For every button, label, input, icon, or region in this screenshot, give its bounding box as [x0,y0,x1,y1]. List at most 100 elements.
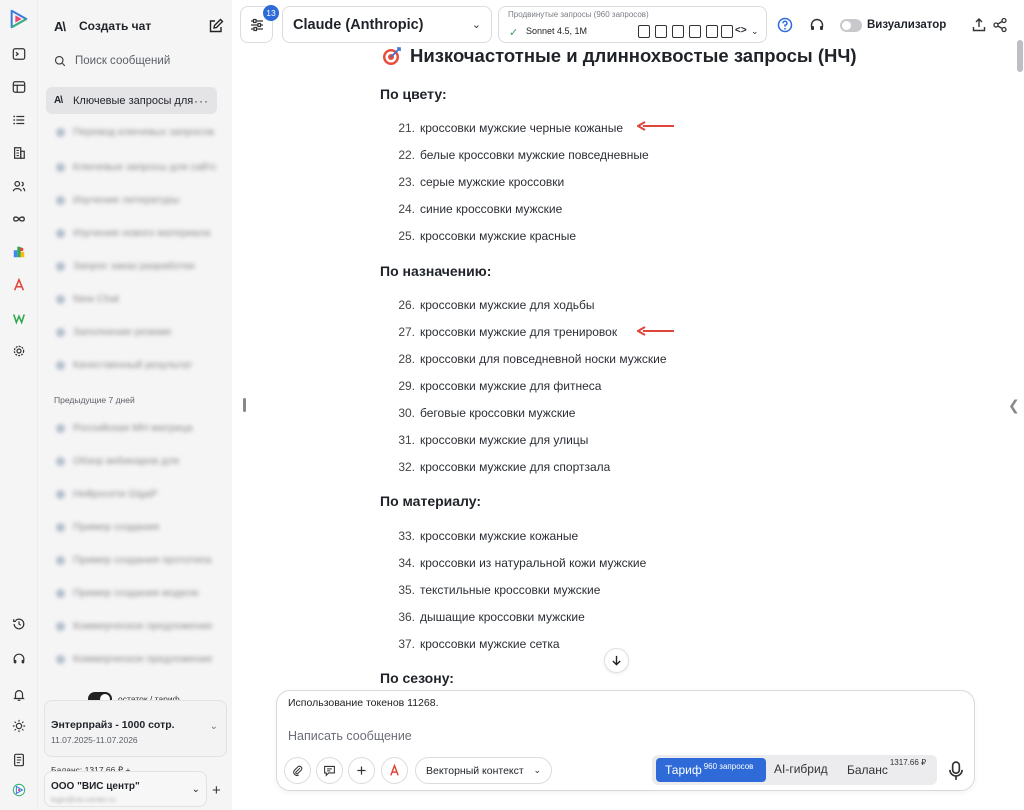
list-item-number: 32. [398,460,415,474]
chat-history-item[interactable]: Заполнение резюме [56,325,216,339]
chat-history-item[interactable]: Пример создания модели [56,586,216,600]
mode-ai-hybrid-button[interactable]: AI-гибрид [774,762,828,776]
pdf-file-icon[interactable] [689,25,701,38]
advanced-label: Продвинутые запросы (960 запросов) [508,10,649,19]
add-organization-button[interactable]: + [212,782,221,799]
word-file-icon[interactable] [655,25,667,38]
chat-history-item[interactable]: Коммерческое предложение [56,652,216,666]
tariff-card[interactable]: Энтерпрайз - 1000 сотр. 11.07.2025-11.07… [44,700,227,757]
chat-history-item[interactable]: New Chat [56,292,216,306]
microphone-icon[interactable] [947,761,965,781]
organization-selector[interactable]: ООО "ВИС центр" login@vis-center.ru ⌄ [44,771,207,807]
advanced-requests-panel[interactable]: Продвинутые запросы (960 запросов) ✓ Son… [498,6,767,43]
chat-history-title: Нейросети GigaP [73,488,158,500]
message-input[interactable]: Написать сообщение [288,729,412,743]
support-headset-icon[interactable] [8,648,30,670]
list-item: 26. кроссовки мужские для ходьбы [393,298,594,312]
list-item: 22. белые кроссовки мужские повседневные [393,148,648,162]
user-avatar-icon[interactable] [8,779,30,801]
list-item: 25. кроссовки мужские красные [393,229,576,243]
layout-icon[interactable] [8,76,30,98]
prompts-button[interactable] [316,757,343,784]
chat-history-item[interactable]: Обзор вебинаров для [56,454,216,468]
text-file-icon[interactable] [638,25,650,38]
chat-item-active[interactable]: A\ Ключевые запросы для ··· [46,87,217,114]
list-item-text: кроссовки мужские красные [420,229,577,243]
chevron-down-icon[interactable]: ⌄ [210,721,218,732]
section-heading: По материалу: [380,493,482,509]
visualizer-toggle[interactable] [840,19,862,32]
mode-tariff-button[interactable]: Тариф 960 запросов [656,758,766,782]
list-item-number: 23. [398,175,415,189]
chat-history-item[interactable]: Перевод ключевых запросов [56,125,216,139]
list-item: 23. серые мужские кроссовки [393,175,564,189]
list-item-text: беговые кроссовки мужские [420,406,576,420]
chevron-down-icon[interactable]: ⌄ [751,26,759,37]
billing-mode-selector[interactable]: Тариф 960 запросов AI-гибрид Баланс1317.6… [652,755,937,785]
chat-history-item[interactable]: Запрос заказ разработки [56,259,216,273]
list-item-text: кроссовки мужские для фитнеса [420,379,602,393]
list-item: 32. кроссовки мужские для спортзала [393,460,610,474]
mode-balance-button[interactable]: Баланс1317.66 ₽ [847,758,926,777]
chat-history-item[interactable]: Изучение нового материала [56,226,216,240]
chat-history-item[interactable]: Пример создания прототипа [56,553,216,567]
anthropic-logo-icon: A\ [54,18,66,34]
list-item: 36. дышащие кроссовки мужские [393,610,584,624]
edit-compose-icon[interactable] [208,18,224,34]
chat-history-icon [56,127,65,137]
building-icon[interactable] [8,142,30,164]
anthropic-logo-icon: A\ [54,95,63,106]
chat-history-icon [56,621,65,631]
model-selector[interactable]: Claude (Anthropic) ⌄ [282,6,492,43]
document-icon[interactable] [8,749,30,771]
add-button[interactable] [348,757,375,784]
app-logo-icon[interactable] [8,8,30,30]
bell-icon[interactable] [8,684,30,706]
new-chat-row[interactable]: A\ Создать чат [54,16,224,36]
message-search[interactable]: Поиск сообщений [54,52,224,70]
chevron-down-icon[interactable]: ⌄ [192,784,200,795]
image-file-icon[interactable] [721,25,733,38]
code-icon[interactable]: <> [735,25,747,36]
upload-icon[interactable] [970,16,988,34]
sidebar-resize-handle[interactable] [243,398,246,412]
headset-icon[interactable] [808,16,826,34]
green-w-icon[interactable] [8,307,30,329]
terminal-icon[interactable] [8,43,30,65]
chat-history-item[interactable]: Российская МН матрица [56,421,216,435]
chat-history-item[interactable]: Ключевые запросы для сайта [56,160,216,174]
chat-history-icon [56,360,65,370]
chat-history-item[interactable]: Качественный результат [56,358,216,372]
chat-history-item[interactable]: Изучение литературы [56,193,216,207]
history-icon[interactable] [8,613,30,635]
share-icon[interactable] [991,16,1009,34]
users-icon[interactable] [8,175,30,197]
scan-file-icon[interactable] [706,25,718,38]
more-options-icon[interactable]: ··· [194,94,209,108]
help-icon[interactable] [776,16,794,34]
excel-file-icon[interactable] [672,25,684,38]
chat-history-item[interactable]: Коммерческое предложение [56,619,216,633]
red-a-icon[interactable] [8,274,30,296]
section-heading: По цвету: [380,86,447,102]
attach-button[interactable] [284,757,311,784]
vector-context-dropdown[interactable]: Векторный контекст ⌄ [415,757,552,784]
chat-history-icon [56,294,65,304]
chat-history-item[interactable]: Нейросети GigaP [56,487,216,501]
red-a-button[interactable] [381,757,408,784]
section-previous-7-days: Предыдущие 7 дней [54,395,135,405]
list-icon[interactable] [8,109,30,131]
search-placeholder[interactable]: Поиск сообщений [75,55,170,67]
chevron-down-icon: ⌄ [533,765,541,775]
list-item-text: кроссовки мужские для ходьбы [420,298,595,312]
scrollbar-thumb[interactable] [1017,40,1023,72]
infinity-icon[interactable] [8,208,30,230]
settings-gear-icon[interactable] [8,340,30,362]
chat-history-item[interactable]: Пример создания [56,520,216,534]
chat-history-title: Российская МН матрица [73,422,193,434]
sun-theme-icon[interactable] [8,715,30,737]
scroll-to-bottom-button[interactable] [604,648,629,673]
panel-expand-handle[interactable]: ❮ [1008,397,1020,414]
colorful-app-icon[interactable] [8,241,30,263]
new-chat-label[interactable]: Создать чат [79,19,208,33]
